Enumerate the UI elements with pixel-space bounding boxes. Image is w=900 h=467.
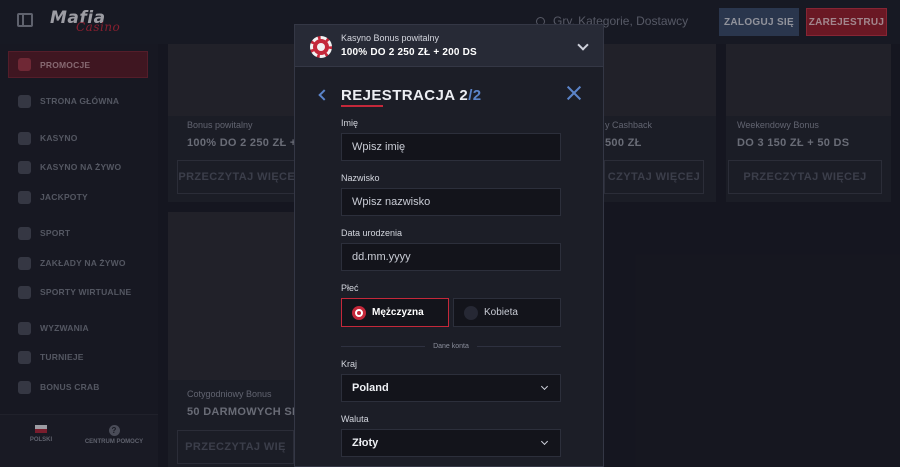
last-name-input[interactable]: Wpisz nazwisko [341, 188, 561, 216]
gender-male-radio[interactable]: Mężczyzna [341, 298, 449, 327]
currency-select[interactable]: Złoty [341, 429, 561, 457]
bonus-subtitle: Kasyno Bonus powitalny [341, 33, 440, 43]
country-select[interactable]: Poland [341, 374, 561, 402]
chevron-down-icon[interactable] [577, 39, 589, 51]
bonus-title: 100% DO 2 250 ZŁ + 200 DS [341, 47, 477, 58]
bonus-dropdown[interactable]: Kasyno Bonus powitalny 100% DO 2 250 ZŁ … [295, 25, 603, 67]
first-name-label: Imię [341, 118, 359, 128]
birth-date-label: Data urodzenia [341, 228, 403, 238]
modal-title: REJESTRACJA 2/2 [341, 87, 482, 104]
account-data-divider: Dane konta [341, 341, 561, 351]
back-arrow-icon[interactable] [318, 89, 330, 101]
registration-modal: Kasyno Bonus powitalny 100% DO 2 250 ZŁ … [294, 24, 604, 467]
gender-female-radio[interactable]: Kobieta [453, 298, 561, 327]
birth-date-input[interactable]: dd.mm.yyyy [341, 243, 561, 271]
country-label: Kraj [341, 359, 358, 369]
currency-label: Waluta [341, 414, 369, 424]
chevron-down-icon [540, 382, 549, 391]
radio-unselected-icon [464, 305, 478, 320]
title-underline [341, 105, 383, 107]
close-icon[interactable] [567, 86, 581, 100]
radio-selected-icon [352, 305, 366, 320]
last-name-label: Nazwisko [341, 173, 380, 183]
gender-label: Płeć [341, 283, 359, 293]
first-name-input[interactable]: Wpisz imię [341, 133, 561, 161]
chevron-down-icon [540, 437, 549, 446]
casino-chip-icon [310, 36, 332, 58]
